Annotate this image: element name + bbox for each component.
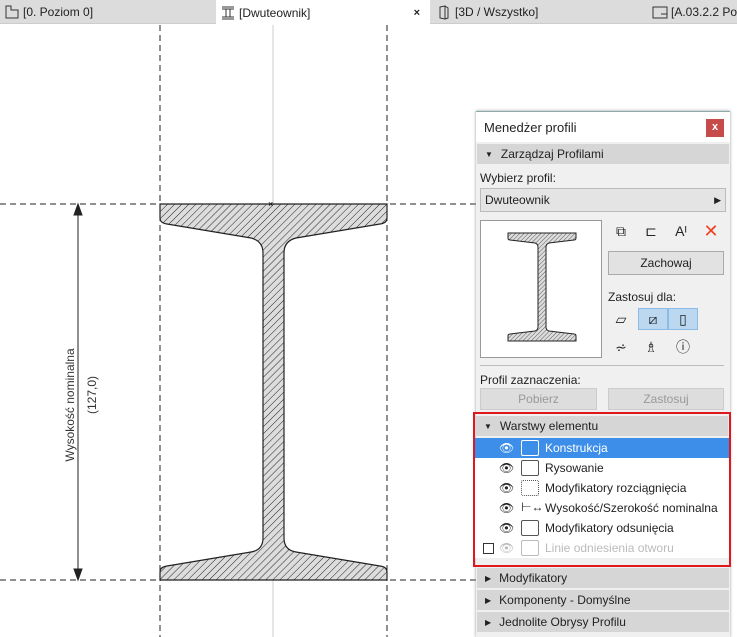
divider — [480, 365, 724, 366]
stretch-modifier-icon — [521, 480, 539, 496]
column-icon[interactable]: ▯ — [668, 308, 698, 330]
tab-label: [A.03.2.2 Pozi — [671, 5, 737, 19]
eye-icon[interactable]: 👁 — [499, 441, 515, 455]
section-label: Warstwy elementu — [499, 419, 599, 433]
section-components[interactable]: ▶ Komponenty - Domyślne — [477, 590, 729, 610]
i-beam-icon — [222, 6, 234, 19]
section-label: Modyfikatory — [499, 571, 568, 585]
eye-icon[interactable]: 👁 — [499, 521, 515, 535]
section-uniform-outlines[interactable]: ▶ Jednolite Obrysy Profilu — [477, 612, 729, 632]
tab-bar: [0. Poziom 0] [Dwuteownik] × [3D / Wszys… — [0, 0, 737, 25]
panel-title: Menedżer profili — [484, 119, 577, 135]
dimension-value: (127,0) — [85, 376, 99, 414]
layer-item[interactable]: 👁 ⊢↔ Wysokość/Szerokość nominalna — [475, 498, 729, 518]
store-button[interactable]: Zachowaj — [608, 251, 724, 275]
section-label: Komponenty - Domyślne — [499, 593, 631, 607]
layer-label: Rysowanie — [545, 461, 604, 475]
section-label: Zarządzaj Profilami — [500, 147, 604, 161]
collapse-icon: ▼ — [484, 421, 492, 431]
layout-icon — [652, 6, 668, 19]
layer-label: Modyfikatory odsunięcia — [545, 521, 674, 535]
layer-label: Konstrukcja — [545, 441, 608, 455]
layer-item[interactable]: 👁 Modyfikatory rozciągnięcia — [475, 478, 729, 498]
duplicate-profile-icon[interactable]: ⊏ — [640, 220, 662, 242]
collapse-icon: ▼ — [485, 149, 493, 159]
tab-i-beam[interactable]: [Dwuteownik] × — [216, 0, 430, 25]
layer-item[interactable]: 👁 Rysowanie — [475, 458, 729, 478]
wall-icon[interactable]: ▱ — [610, 308, 632, 330]
element-layers-section: ▼ Warstwy elementu 👁 Konstrukcja 👁 Rysowani… — [473, 412, 731, 567]
layer-label: Wysokość/Szerokość nominalna — [545, 501, 718, 515]
tab-label: [3D / Wszystko] — [455, 5, 539, 19]
tab-label: [Dwuteownik] — [239, 5, 311, 20]
layer-item[interactable]: 👁 Linie odniesienia otworu — [475, 538, 729, 558]
section-manage-profiles[interactable]: ▼ Zarządzaj Profilami — [477, 144, 729, 164]
dimension-label: Wysokość nominalna — [63, 348, 77, 462]
profile-select[interactable]: Dwuteownik ▶ — [480, 188, 726, 212]
new-profile-icon[interactable]: ⧉ — [610, 220, 632, 242]
eye-icon[interactable]: 👁 — [499, 541, 515, 555]
eye-icon[interactable]: 👁 — [499, 501, 515, 515]
layer-item[interactable]: 👁 Konstrukcja — [475, 438, 729, 458]
profile-manager-panel: Menedżer profili x ▼ Zarządzaj Profilami … — [473, 111, 731, 637]
layer-checkbox[interactable] — [483, 542, 494, 554]
tab-floor-plan[interactable]: [0. Poziom 0] — [0, 0, 214, 24]
nominal-size-icon: ⊢↔ — [521, 500, 544, 514]
section-label: Jednolite Obrysy Profilu — [499, 615, 626, 629]
opening-reference-icon — [521, 540, 539, 556]
apply-button[interactable]: Zastosuj — [608, 388, 724, 410]
railing-icon[interactable]: ⩫ — [610, 336, 632, 358]
drawing-layer-icon — [521, 460, 539, 476]
object-icon[interactable]: ♗ — [640, 336, 662, 358]
3d-icon — [439, 5, 449, 20]
layer-label: Linie odniesienia otworu — [545, 541, 674, 555]
section-element-layers[interactable]: ▼ Warstwy elementu — [476, 416, 728, 436]
floor-plan-icon — [5, 5, 19, 19]
layer-label: Modyfikatory rozciągnięcia — [545, 481, 687, 495]
close-tab-icon[interactable]: × — [414, 7, 420, 19]
beam-icon[interactable]: ⧄ — [638, 308, 668, 330]
choose-profile-label: Wybierz profil: — [480, 171, 556, 185]
tab-3d[interactable]: [3D / Wszystko] — [432, 0, 646, 24]
profile-value: Dwuteownik — [485, 193, 550, 207]
profile-preview — [480, 220, 602, 358]
eye-icon[interactable]: 👁 — [499, 461, 515, 475]
tab-layout[interactable]: [A.03.2.2 Pozi — [648, 0, 737, 24]
rename-icon[interactable]: Aᴵ — [670, 220, 692, 242]
offset-modifier-icon — [521, 520, 539, 536]
get-button[interactable]: Pobierz — [480, 388, 597, 410]
expand-icon: ▶ — [485, 617, 492, 627]
structure-icon — [521, 440, 539, 456]
apply-for-label: Zastosuj dla: — [608, 290, 677, 304]
expand-icon: ▶ — [485, 573, 492, 583]
origin-marker: × — [268, 199, 273, 209]
section-modifiers[interactable]: ▶ Modyfikatory — [477, 568, 729, 588]
tab-label: [0. Poziom 0] — [23, 5, 94, 19]
selection-profile-label: Profil zaznaczenia: — [480, 373, 581, 387]
close-button[interactable]: x — [706, 119, 724, 137]
info-icon[interactable]: ⓘ — [672, 336, 694, 358]
chevron-right-icon: ▶ — [714, 194, 721, 205]
i-beam-profile[interactable] — [159, 203, 388, 581]
delete-icon[interactable]: ✕ — [700, 220, 722, 242]
eye-icon[interactable]: 👁 — [499, 481, 515, 495]
expand-icon: ▶ — [485, 595, 492, 605]
layer-item[interactable]: 👁 Modyfikatory odsunięcia — [475, 518, 729, 538]
guide-lines — [0, 25, 476, 637]
